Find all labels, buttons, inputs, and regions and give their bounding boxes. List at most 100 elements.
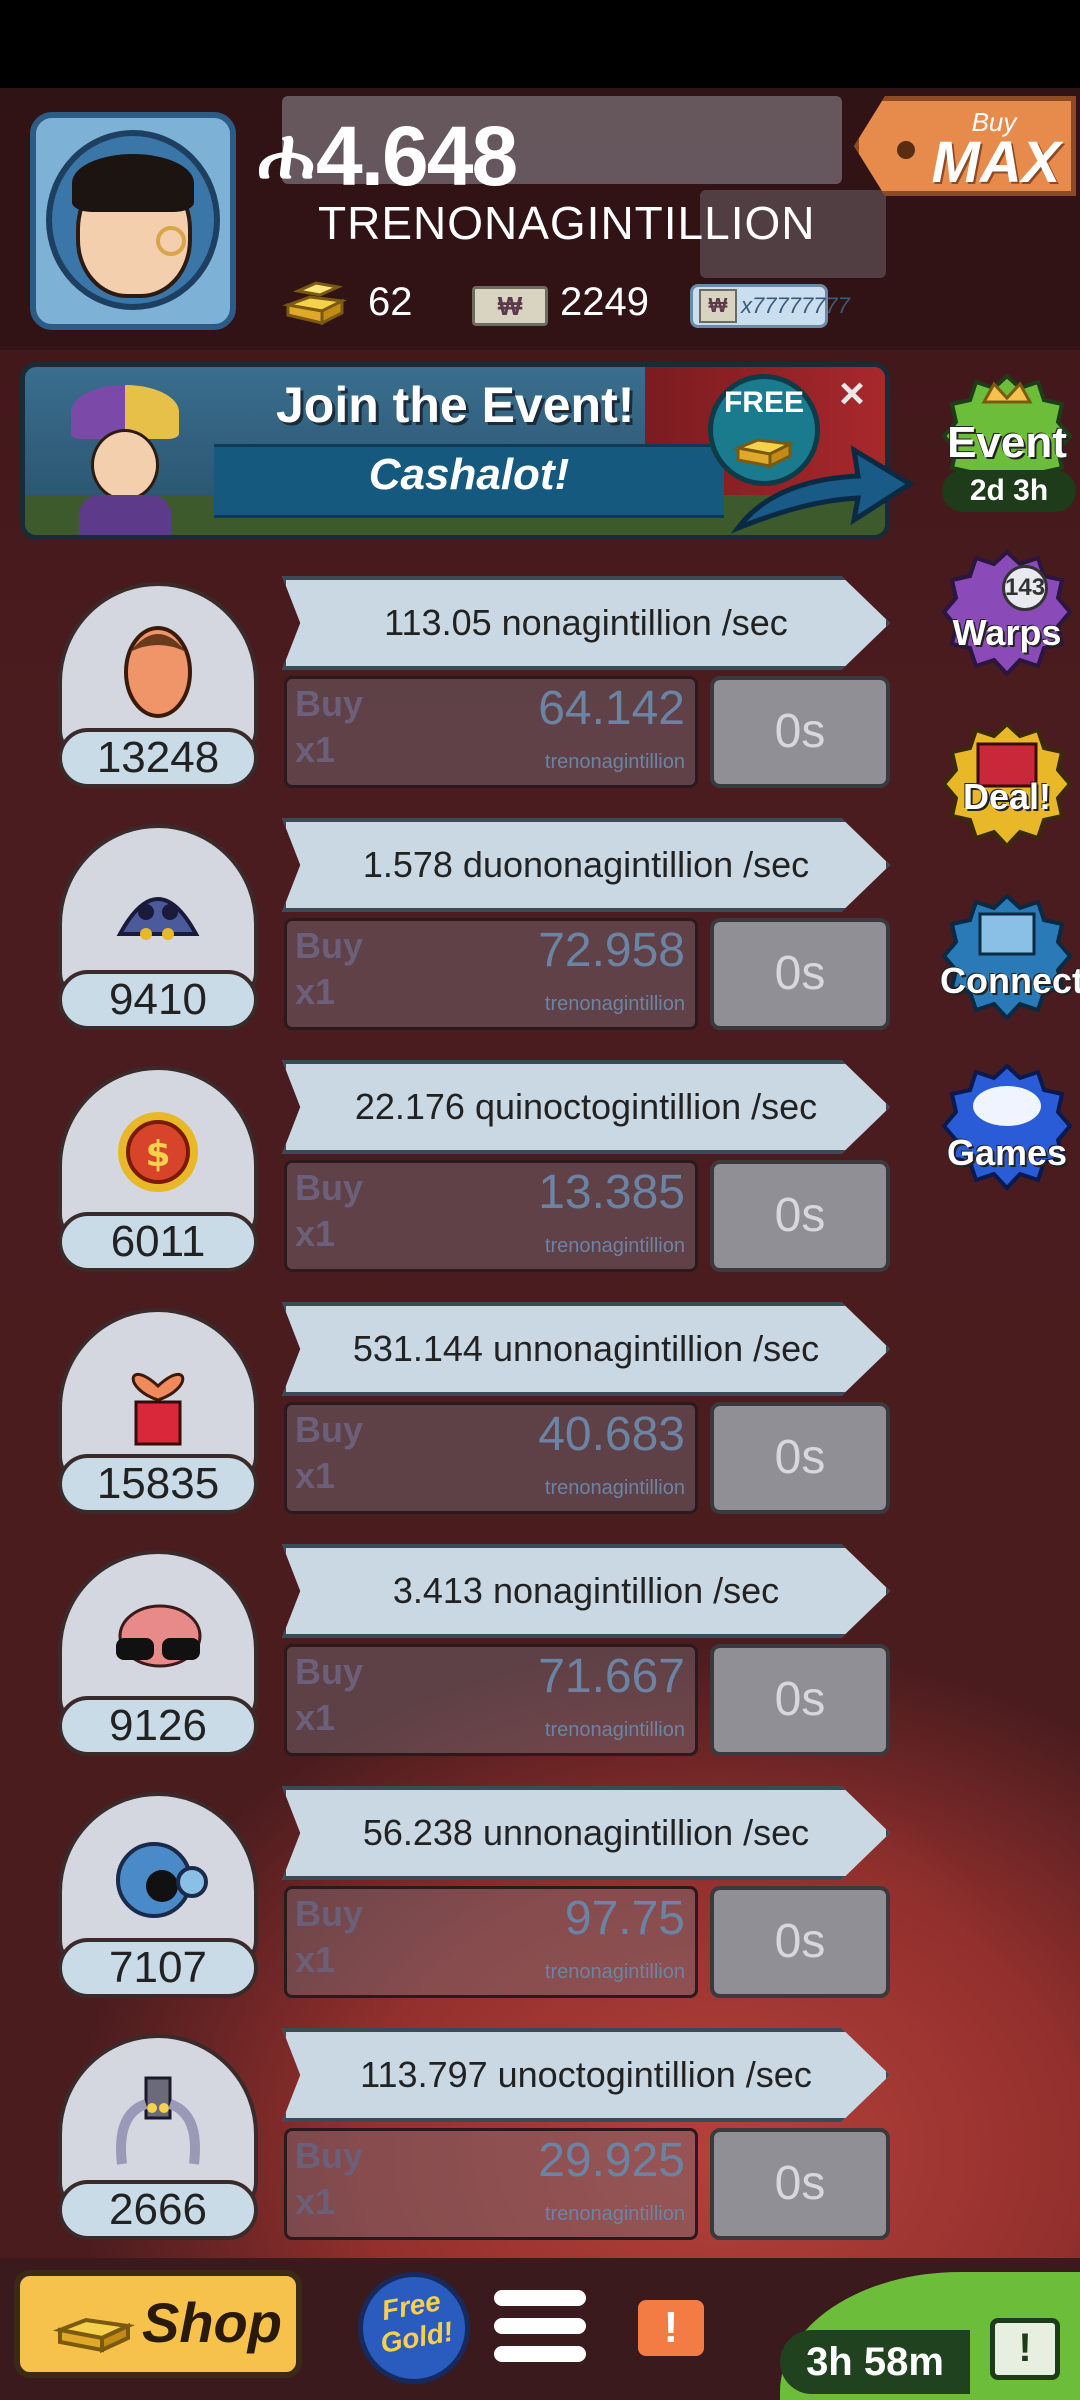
- status-bar: [0, 0, 1080, 88]
- buy-cost: 40.683: [538, 1408, 685, 1461]
- owned-count: 9126: [58, 1696, 258, 1756]
- buy-quantity: x1: [295, 729, 336, 770]
- buy-quantity: x1: [295, 1213, 336, 1254]
- buy-label: Buy: [295, 925, 364, 966]
- manager-avatar[interactable]: 9410: [58, 824, 258, 1034]
- buy-cost: 13.385: [538, 1166, 685, 1219]
- jester-character: [65, 385, 185, 535]
- megabucks-count: 2249: [560, 280, 649, 324]
- event-name: Cashalot!: [368, 450, 570, 499]
- shop-label: Shop: [142, 2291, 282, 2354]
- ladybug-icon: [116, 897, 200, 940]
- buy-max-button[interactable]: Buy MAX: [854, 96, 1076, 196]
- production-timer[interactable]: 0s: [710, 1402, 890, 1514]
- connect-label: Connect: [940, 960, 1080, 1001]
- jester-body: [79, 495, 171, 535]
- event-banner-title: Join the Event!: [276, 377, 635, 433]
- production-timer[interactable]: 0s: [710, 1886, 890, 1998]
- heart-queen-icon: [131, 1372, 185, 1446]
- buy-button[interactable]: Buy x1 29.925 trenonagintillion: [284, 2128, 698, 2240]
- production-timer[interactable]: 0s: [710, 2128, 890, 2240]
- buy-cost-unit: trenonagintillion: [544, 993, 685, 1015]
- buy-cost: 72.958: [538, 924, 685, 977]
- manager-avatar[interactable]: 15835: [58, 1308, 258, 1518]
- owned-count: 6011: [58, 1212, 258, 1272]
- manager-avatar[interactable]: $ 6011: [58, 1066, 258, 1276]
- buy-cost: 71.667: [538, 1650, 685, 1703]
- manager-avatar[interactable]: 9126: [58, 1550, 258, 1760]
- buy-label: Buy: [295, 1409, 364, 1450]
- robot-pod-icon: [116, 1842, 208, 1918]
- buy-label: Buy: [295, 2135, 364, 2176]
- buy-button[interactable]: Buy x1 97.75 trenonagintillion: [284, 1886, 698, 1998]
- buy-button[interactable]: Buy x1 13.385 trenonagintillion: [284, 1160, 698, 1272]
- manager-avatar[interactable]: 2666: [58, 2034, 258, 2244]
- games-label: Games: [946, 1132, 1068, 1173]
- manager-avatar[interactable]: 7107: [58, 1792, 258, 2002]
- buy-quantity: x1: [295, 1697, 336, 1738]
- buy-cost-unit: trenonagintillion: [544, 1961, 685, 1983]
- warps-label: Warps: [952, 612, 1062, 653]
- production-timer[interactable]: 0s: [710, 1644, 890, 1756]
- monocle-icon: [156, 226, 186, 256]
- buy-cost-unit: trenonagintillion: [544, 751, 685, 773]
- buy-quantity: x1: [295, 1455, 336, 1496]
- deal-button[interactable]: Deal!: [940, 720, 1074, 854]
- buy-max-max-label: MAX: [931, 130, 1061, 195]
- money-value: 4.648: [316, 109, 518, 203]
- tv-bonus-timer: 3h 58m: [780, 2330, 970, 2394]
- svg-text:$: $: [145, 1134, 170, 1175]
- income-rate-bar: 113.05 nonagintillion /sec: [282, 576, 890, 670]
- income-rate-bar: 531.144 unnonagintillion /sec: [282, 1302, 890, 1396]
- event-label: Event: [947, 418, 1067, 467]
- connect-badge-icon: [941, 893, 1073, 1021]
- production-timer[interactable]: 0s: [710, 1160, 890, 1272]
- tv-icon[interactable]: !: [990, 2318, 1060, 2380]
- deal-label: Deal!: [962, 776, 1052, 817]
- avatar-hair: [72, 154, 194, 212]
- buy-label: Buy: [295, 1893, 364, 1934]
- owned-count: 7107: [58, 1938, 258, 1998]
- free-badge-label: FREE: [723, 386, 804, 419]
- income-rate-bar: 3.413 nonagintillion /sec: [282, 1544, 890, 1638]
- owned-count: 15835: [58, 1454, 258, 1514]
- player-avatar[interactable]: [30, 112, 236, 330]
- jester-face: [91, 429, 159, 501]
- robot-spider-icon: [116, 2076, 200, 2165]
- income-rate-bar: 113.797 unoctogintillion /sec: [282, 2028, 890, 2122]
- event-timer: 2d 3h: [942, 470, 1076, 512]
- close-banner-button[interactable]: ×: [830, 372, 874, 418]
- sun-coin-icon: $: [118, 1112, 198, 1192]
- owned-count: 13248: [58, 728, 258, 788]
- buy-cost-unit: trenonagintillion: [544, 2203, 685, 2225]
- income-rate-bar: 1.578 duononagintillion /sec: [282, 818, 890, 912]
- warps-button[interactable]: Warps: [940, 548, 1074, 682]
- games-badge-icon: [941, 1063, 1073, 1191]
- tag-hole: [897, 141, 915, 159]
- buy-quantity: x1: [295, 971, 336, 1012]
- warps-count: 143: [1002, 565, 1048, 611]
- buy-label: Buy: [295, 683, 364, 724]
- buy-quantity: x1: [295, 2181, 336, 2222]
- buy-button[interactable]: Buy x1 71.667 trenonagintillion: [284, 1644, 698, 1756]
- games-button[interactable]: Games: [940, 1062, 1074, 1196]
- connect-button[interactable]: Connect: [940, 892, 1080, 1026]
- buy-button[interactable]: Buy x1 72.958 trenonagintillion: [284, 918, 698, 1030]
- buy-button[interactable]: Buy x1 40.683 trenonagintillion: [284, 1402, 698, 1514]
- buy-label: Buy: [295, 1651, 364, 1692]
- megabucks-multiplier-badge[interactable]: ₩ x77777777: [690, 284, 850, 328]
- exclamation-icon[interactable]: !: [638, 2300, 704, 2356]
- buy-button[interactable]: Buy x1 64.142 trenonagintillion: [284, 676, 698, 788]
- hamburger-menu-icon[interactable]: [494, 2290, 586, 2370]
- currency-symbol: ሐ: [258, 115, 315, 193]
- production-timer[interactable]: 0s: [710, 676, 890, 788]
- buy-quantity: x1: [295, 1939, 336, 1980]
- money-unit: TRENONAGINTILLION: [318, 197, 816, 249]
- gold-count: 62: [368, 280, 413, 324]
- buy-cost: 29.925: [538, 2134, 685, 2187]
- production-timer[interactable]: 0s: [710, 918, 890, 1030]
- owned-count: 9410: [58, 970, 258, 1030]
- manager-avatar[interactable]: 13248: [58, 582, 258, 792]
- multiplier-text: x77777777: [741, 293, 850, 318]
- brain-sunglasses-icon: [116, 1604, 202, 1668]
